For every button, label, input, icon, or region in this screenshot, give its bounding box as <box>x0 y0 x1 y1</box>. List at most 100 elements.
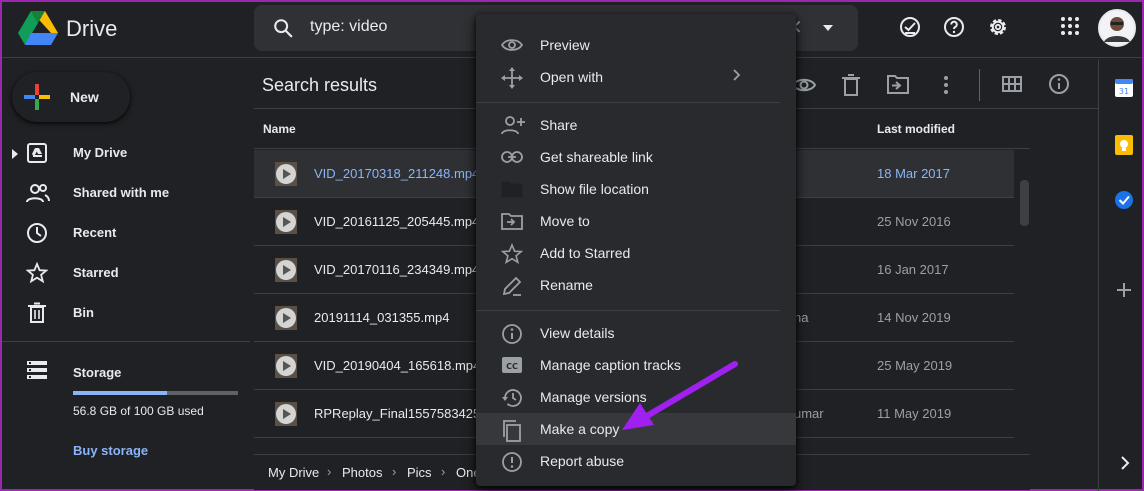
page-title: Search results <box>262 75 378 95</box>
sidebar-item-bin[interactable]: Bin <box>2 293 250 333</box>
breadcrumb-separator: › <box>441 464 446 479</box>
menu-item-preview[interactable]: Preview <box>476 29 796 61</box>
tasks-icon[interactable] <box>1114 190 1134 210</box>
search-input[interactable]: type: video <box>310 18 387 36</box>
settings-icon[interactable] <box>986 15 1010 39</box>
search-options-chevron-icon[interactable] <box>820 20 836 36</box>
menu-item-share[interactable]: Share <box>476 109 796 141</box>
play-icon <box>276 164 296 184</box>
breadcrumb-item[interactable]: Photos <box>342 465 382 480</box>
menu-item-rename[interactable]: Rename <box>476 269 796 301</box>
storage-icon <box>27 361 47 379</box>
move-to-folder-icon[interactable] <box>886 73 910 95</box>
video-thumbnail-icon <box>275 210 297 234</box>
app-name[interactable]: Drive <box>66 16 117 42</box>
menu-item-label: Open with <box>540 69 604 85</box>
calendar-icon[interactable]: 31 <box>1114 78 1134 98</box>
menu-item-label: Rename <box>540 277 593 293</box>
search-icon[interactable] <box>272 17 294 39</box>
file-owner: umar <box>794 406 824 421</box>
new-button-label: New <box>70 89 99 105</box>
menu-item-move-to[interactable]: Move to <box>476 205 796 237</box>
menu-item-label: Add to Starred <box>540 245 631 261</box>
menu-divider <box>476 310 780 311</box>
play-icon <box>276 404 296 424</box>
apps-grid-icon[interactable] <box>1059 15 1081 37</box>
menu-item-add-to-starred[interactable]: Add to Starred <box>476 237 796 269</box>
menu-item-get-shareable-link[interactable]: Get shareable link <box>476 141 796 173</box>
file-last-modified: 14 Nov 2019 <box>877 310 951 325</box>
sidebar-item-starred[interactable]: Starred <box>2 253 250 293</box>
sidebar-item-my-drive[interactable]: My Drive <box>2 133 250 173</box>
eye-icon <box>501 39 523 51</box>
menu-item-view-details[interactable]: View details <box>476 317 796 349</box>
file-name[interactable]: VID_20161125_205445.mp4 <box>314 214 479 229</box>
file-name[interactable]: VID_20170318_211248.mp4 <box>314 166 479 181</box>
file-last-modified: 25 May 2019 <box>877 358 953 373</box>
menu-item-open-with[interactable]: Open with <box>476 61 796 93</box>
toolbar-separator <box>979 69 980 101</box>
menu-item-label: Report abuse <box>540 453 625 469</box>
column-header-last-modified[interactable]: Last modified <box>877 122 955 136</box>
file-last-modified: 16 Jan 2017 <box>877 262 949 277</box>
history-icon <box>502 389 522 407</box>
video-thumbnail-icon <box>275 306 297 330</box>
storage-progress-fill <box>73 391 167 395</box>
grid-view-icon[interactable] <box>1001 73 1023 95</box>
buy-storage-link[interactable]: Buy storage <box>73 443 148 458</box>
expand-panel-chevron-icon[interactable] <box>1120 456 1130 470</box>
file-name[interactable]: VID_20170116_234349.mp4 <box>314 262 479 277</box>
sidebar-item-shared-with-me[interactable]: Shared with me <box>2 173 250 213</box>
sidebar-divider <box>2 341 250 342</box>
menu-item-show-file-location[interactable]: Show file location <box>476 173 796 205</box>
list-scrollbar[interactable] <box>1020 180 1029 226</box>
menu-item-report-abuse[interactable]: Report abuse <box>476 445 796 477</box>
sidebar-item-recent[interactable]: Recent <box>2 213 250 253</box>
storage-progress-bar <box>73 391 238 395</box>
menu-item-label: View details <box>540 325 615 341</box>
file-name[interactable]: VID_20190404_165618.mp4 <box>314 358 480 373</box>
file-owner: na <box>794 310 809 325</box>
sidebar-item-label: Recent <box>73 225 117 240</box>
cc-icon: CC <box>502 357 522 373</box>
sidebar-item-label: Starred <box>73 265 119 280</box>
details-info-icon[interactable] <box>1048 73 1070 95</box>
new-plus-icon <box>24 84 50 110</box>
star-icon <box>26 262 48 284</box>
sidebar-item-label: Shared with me <box>73 185 170 200</box>
keep-icon[interactable] <box>1114 134 1134 156</box>
storage-used-text: 56.8 GB of 100 GB used <box>73 404 204 418</box>
svg-text:CC: CC <box>506 362 518 371</box>
breadcrumb-item[interactable]: Pics <box>407 465 432 480</box>
column-header-name[interactable]: Name <box>263 122 296 136</box>
pencil-icon <box>502 276 522 296</box>
trash-icon <box>28 302 46 323</box>
play-icon <box>276 212 296 232</box>
breadcrumb-separator: › <box>392 464 397 479</box>
file-last-modified: 11 May 2019 <box>877 406 952 421</box>
offline-ready-icon[interactable] <box>898 15 922 39</box>
breadcrumb-item[interactable]: My Drive <box>268 465 319 480</box>
drive-logo-icon[interactable] <box>18 11 58 45</box>
menu-divider <box>476 102 780 103</box>
breadcrumb-separator: › <box>327 464 332 479</box>
help-icon[interactable] <box>942 15 966 39</box>
more-options-icon[interactable] <box>942 73 950 97</box>
add-addon-icon[interactable] <box>1116 282 1132 298</box>
play-icon <box>276 356 296 376</box>
storage-label[interactable]: Storage <box>73 365 121 380</box>
submenu-chevron-icon <box>733 69 741 81</box>
delete-icon[interactable] <box>840 73 862 97</box>
annotation-arrow-icon <box>622 361 738 430</box>
account-avatar[interactable] <box>1098 9 1136 47</box>
video-thumbnail-icon <box>275 258 297 282</box>
play-icon <box>276 260 296 280</box>
menu-item-label: Move to <box>540 213 590 229</box>
file-name[interactable]: 20191114_031355.mp4 <box>314 310 449 325</box>
move-arrows-icon <box>501 67 523 89</box>
copy-icon <box>503 420 521 442</box>
file-name[interactable]: RPReplay_Final1557583425 <box>314 406 480 421</box>
sidebar-item-label: My Drive <box>73 145 128 160</box>
report-icon <box>502 452 522 472</box>
sidebar-item-label: Bin <box>73 305 94 320</box>
